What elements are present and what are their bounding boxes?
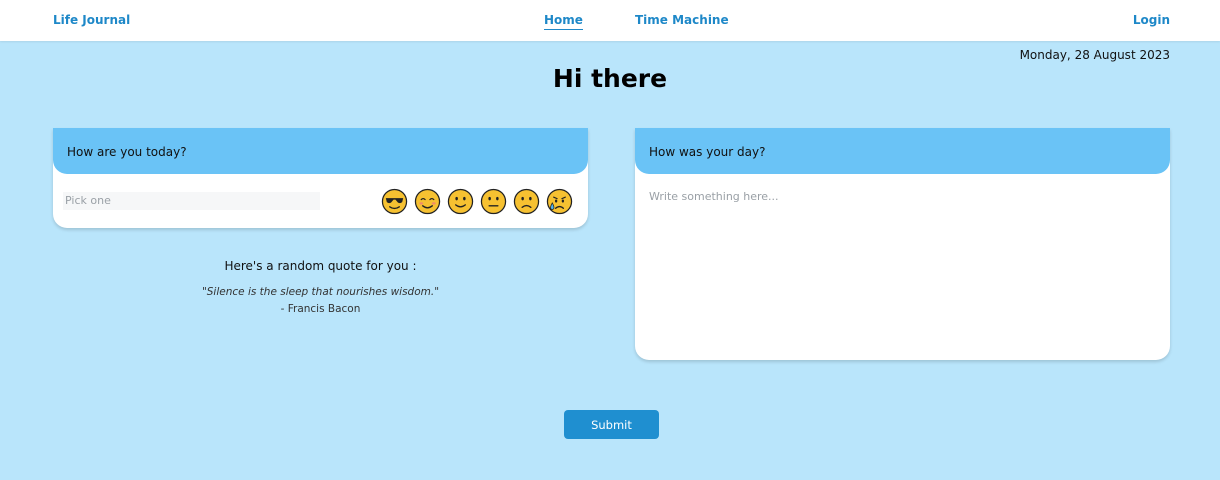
sad-tear-emoji-icon[interactable] xyxy=(546,188,573,215)
mood-card: How are you today? Pick one xyxy=(53,128,588,228)
day-card-header: How was your day? xyxy=(635,128,1170,174)
mood-card-header: How are you today? xyxy=(53,128,588,174)
emoji-row xyxy=(381,188,573,216)
mood-select[interactable]: Pick one xyxy=(63,192,320,210)
neutral-emoji-icon[interactable] xyxy=(480,188,507,215)
slightly-smiling-emoji-icon[interactable] xyxy=(447,188,474,215)
smiling-blush-emoji-icon[interactable] xyxy=(414,188,441,215)
nav-link-time-machine[interactable]: Time Machine xyxy=(635,13,729,27)
day-card: How was your day? xyxy=(635,128,1170,360)
nav-link-home[interactable]: Home xyxy=(544,13,583,30)
current-date: Monday, 28 August 2023 xyxy=(1019,48,1170,62)
brand-link[interactable]: Life Journal xyxy=(53,13,130,27)
top-navbar: Life Journal Home Time Machine Login xyxy=(0,0,1220,41)
login-link[interactable]: Login xyxy=(1133,13,1170,27)
day-entry-textarea[interactable] xyxy=(649,190,1149,350)
page-title: Hi there xyxy=(552,64,668,93)
slightly-frowning-emoji-icon[interactable] xyxy=(513,188,540,215)
submit-button[interactable]: Submit xyxy=(564,410,659,439)
quote-text: "Silence is the sleep that nourishes wis… xyxy=(201,286,440,298)
cool-sunglasses-emoji-icon[interactable] xyxy=(381,188,408,215)
quote-heading: Here's a random quote for you : xyxy=(224,259,417,273)
quote-author: - Francis Bacon xyxy=(280,303,361,315)
